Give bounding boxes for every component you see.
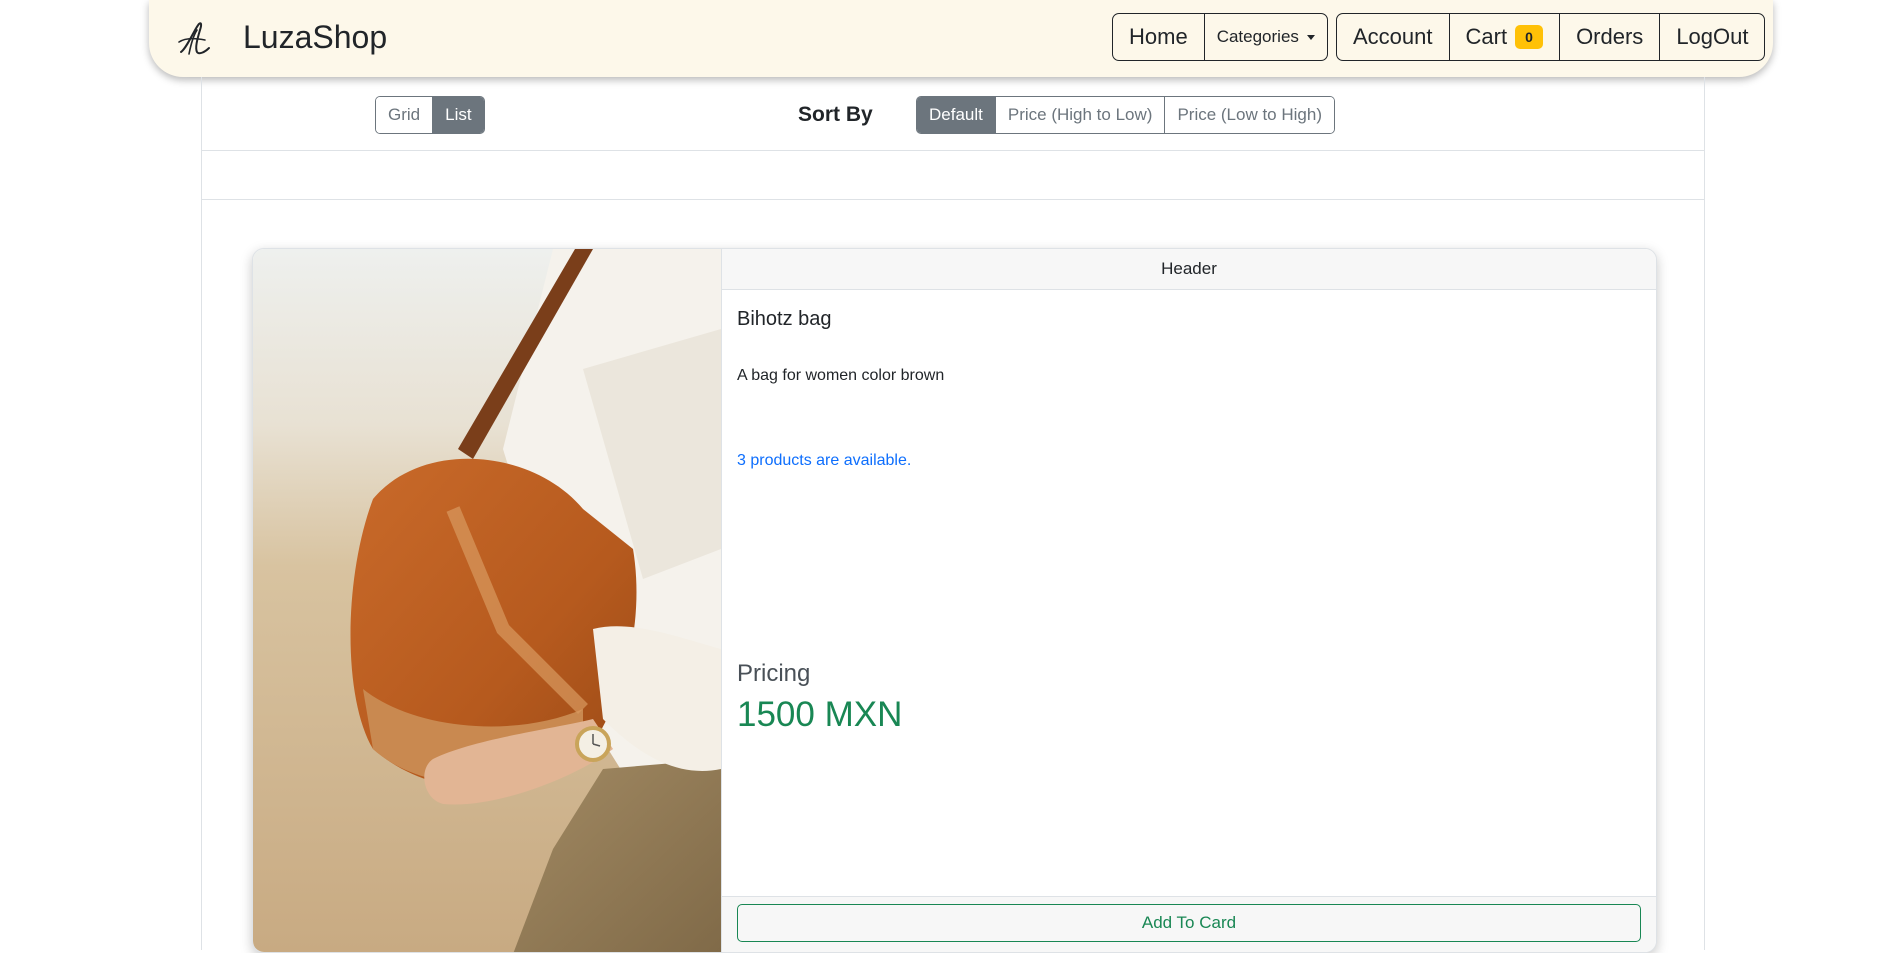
view-grid-option[interactable]: Grid [376,97,434,133]
cart-label: Cart [1465,24,1508,49]
home-button[interactable]: Home [1113,14,1205,60]
product-title: Bihotz bag [737,308,832,330]
sort-price-low-high-option[interactable]: Price (Low to High) [1165,97,1334,133]
categories-dropdown[interactable]: Categories [1205,14,1327,60]
product-price: 1500 MXN [737,695,903,734]
signature-logo-icon[interactable] [175,18,217,60]
bag-photo-illustration [253,249,721,952]
main-container: Grid List Sort By Default Price (High to… [201,77,1705,953]
filter-row [202,151,1704,200]
brand-name[interactable]: LuzaShop [243,19,387,56]
add-to-cart-button[interactable]: Add To Card [737,904,1641,942]
view-toggle: Grid List [375,96,485,134]
nav-group-user: Account Cart 0 Orders LogOut [1336,13,1766,61]
view-list-option[interactable]: List [433,97,484,133]
cart-button[interactable]: Cart 0 [1450,14,1561,60]
sort-by-label: Sort By [798,103,873,126]
card-header: Header [722,249,1656,290]
product-card-body: Header Bihotz bag A bag for women color … [721,249,1656,952]
sort-toggle: Default Price (High to Low) Price (Low t… [916,96,1335,134]
caret-down-icon [1306,34,1315,40]
nav-group-main: Home Categories [1112,13,1328,61]
account-button[interactable]: Account [1337,14,1450,60]
cart-count-badge: 0 [1515,25,1544,49]
logout-button[interactable]: LogOut [1660,14,1764,60]
listing-toolbar: Grid List Sort By Default Price (High to… [202,77,1704,151]
sort-price-high-low-option[interactable]: Price (High to Low) [995,97,1166,133]
sort-default-option[interactable]: Default [917,97,996,133]
product-card: Header Bihotz bag A bag for women color … [252,248,1657,953]
orders-button[interactable]: Orders [1560,14,1661,60]
top-navbar: LuzaShop Home Categories Account Cart 0 … [149,0,1773,77]
categories-label: Categories [1216,27,1299,46]
pricing-label: Pricing [737,660,811,687]
product-availability: 3 products are available. [737,452,912,469]
product-image[interactable] [253,249,721,952]
product-description: A bag for women color brown [737,367,945,384]
card-footer: Add To Card [722,896,1656,952]
